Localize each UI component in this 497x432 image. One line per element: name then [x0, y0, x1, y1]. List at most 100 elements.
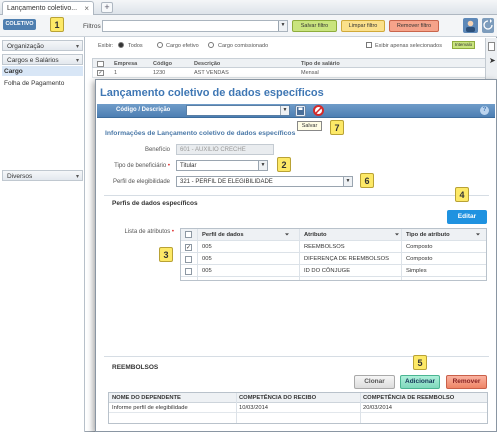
sidebar-item-folha[interactable]: Folha de Pagamento [4, 80, 64, 87]
row-checkbox[interactable]: ✓ [97, 70, 104, 76]
coletivo-button[interactable]: COLETIVO [3, 19, 36, 30]
callout-4: 4 [455, 187, 469, 202]
filter-icon[interactable]: ⏷ [476, 232, 480, 238]
radio-todos[interactable] [118, 42, 124, 48]
reembolsos-title: REEMBOLSOS [112, 364, 159, 371]
codigo-label: Código / Descrição [116, 107, 171, 113]
clear-filter-button[interactable]: Limpar filtro [341, 20, 385, 32]
cell: Mensal [301, 70, 319, 76]
perfil-elegibilidade-select[interactable]: 321 - PERFIL DE ELEGIBILIDADE ▼ [176, 176, 353, 187]
interval-button[interactable]: Intervalo [452, 41, 475, 49]
cell: 005 [202, 268, 212, 274]
row-checkbox[interactable] [185, 256, 192, 263]
sidebar-cargos-header[interactable]: Cargos e Salários ▾ [2, 54, 83, 65]
table-row[interactable]: ✓ 005 REEMBOLSOS Composto [181, 241, 486, 253]
row-checkbox[interactable] [185, 268, 192, 275]
callout-6: 6 [360, 173, 374, 188]
table-row[interactable]: ✓ 1 1230 AST VENDAS Mensal [92, 68, 492, 78]
sidebar-diversos-label: Diversos [7, 173, 33, 180]
codigo-select[interactable]: ▼ [186, 105, 290, 116]
filter-icon[interactable]: ⏷ [395, 232, 399, 238]
user-icon[interactable] [463, 18, 478, 33]
radio-comissionado-label: Cargo comissionado [218, 43, 269, 49]
table-row[interactable]: 005 ID DO CÔNJUGE Simples [181, 265, 486, 277]
filtros-select[interactable]: ▼ [102, 20, 288, 32]
tipo-beneficiario-label: Tipo de beneficiário • [114, 163, 170, 169]
help-icon[interactable]: ? [480, 106, 489, 115]
filter-icon[interactable]: ⏷ [285, 232, 289, 238]
cell: DIFERENÇA DE REEMBOLSOS [304, 256, 390, 262]
column-header: COMPETÊNCIA DE REEMBOLSO [363, 395, 455, 401]
chevron-down-icon: ▼ [343, 177, 352, 186]
radio-efetivo[interactable] [157, 42, 163, 48]
divider [104, 356, 489, 357]
column-header: Tipo de atributo [406, 232, 450, 238]
callout-3: 3 [159, 247, 173, 262]
column-header: Tipo de salário [301, 61, 340, 67]
cancel-icon[interactable] [313, 105, 324, 116]
row-checkbox[interactable]: ✓ [185, 244, 192, 251]
sidebar-org-header[interactable]: Organização ▾ [2, 40, 83, 51]
divider [236, 393, 237, 423]
save-filter-button[interactable]: Salvar filtro [292, 20, 337, 32]
chevron-down-icon: ▾ [75, 174, 79, 180]
tab-lancamento[interactable]: Lançamento coletivo... × [2, 1, 94, 15]
divider [360, 393, 361, 423]
select-all-checkbox[interactable] [97, 61, 104, 67]
table-row[interactable]: Informe perfil de elegibilidade 10/03/20… [109, 403, 487, 413]
tipo-beneficiario-select[interactable]: Titular ▼ [176, 160, 268, 171]
refresh-icon[interactable] [482, 18, 494, 33]
clone-button[interactable]: Clonar [354, 375, 395, 389]
remove-button[interactable]: Remover [446, 375, 487, 389]
cursor-icon[interactable]: ➤ [489, 56, 496, 65]
chevron-down-icon: ▾ [75, 58, 79, 64]
section-info-title: Informações de Lançamento coletivo de da… [105, 130, 296, 137]
chevron-down-icon: ▾ [75, 44, 79, 50]
page-icon[interactable] [488, 42, 495, 51]
column-header: NOME DO DEPENDENTE [112, 395, 181, 401]
callout-5: 5 [413, 355, 427, 370]
table-header-row: NOME DO DEPENDENTE COMPETÊNCIA DO RECIBO… [109, 393, 487, 403]
column-header: Perfil de dados [202, 232, 244, 238]
column-header: Empresa [114, 61, 138, 67]
remove-filter-button[interactable]: Remover filtro [389, 20, 439, 32]
save-tooltip: Salvar [297, 121, 322, 131]
cell: 005 [202, 256, 212, 262]
reembolsos-table: NOME DO DEPENDENTE COMPETÊNCIA DO RECIBO… [108, 392, 488, 424]
add-tab-icon[interactable]: + [101, 2, 113, 13]
cell: 1230 [153, 70, 166, 76]
divider [197, 229, 198, 280]
cell: Informe perfil de elegibilidade [112, 405, 188, 411]
column-header: Descrição [194, 61, 221, 67]
sidebar-diversos-header[interactable]: Diversos ▾ [2, 170, 83, 181]
radio-comissionado[interactable] [208, 42, 214, 48]
somente-checkbox[interactable] [366, 42, 372, 48]
chevron-down-icon: ▼ [278, 21, 287, 31]
cell: REEMBOLSOS [304, 244, 345, 250]
filtros-label: Filtros [83, 23, 101, 30]
tab-label: Lançamento coletivo... [7, 5, 78, 12]
sidebar-item-cargo[interactable]: Cargo [2, 66, 83, 76]
close-icon[interactable]: × [84, 4, 89, 13]
cell: Composto [406, 244, 433, 250]
save-icon[interactable] [295, 105, 306, 117]
divider [299, 229, 300, 280]
cell: ID DO CÔNJUGE [304, 268, 351, 274]
attributes-table: Perfil de dados ⏷ Atributo ⏷ Tipo de atr… [180, 228, 487, 281]
add-button[interactable]: Adicionar [400, 375, 440, 389]
section-perfis-title: Perfis de dados específicos [112, 200, 198, 207]
edit-button[interactable]: Editar [447, 210, 487, 224]
beneficio-field: 601 - AUXILIO CRECHE [176, 144, 274, 155]
select-all-checkbox[interactable] [185, 231, 192, 238]
cell: AST VENDAS [194, 70, 229, 76]
column-header: COMPETÊNCIA DO RECIBO [239, 395, 317, 401]
table-row[interactable]: 005 DIFERENÇA DE REEMBOLSOS Composto [181, 253, 486, 265]
cell: 20/03/2014 [363, 405, 393, 411]
exibir-label: Exibir: [98, 43, 114, 49]
table-header-row: Perfil de dados ⏷ Atributo ⏷ Tipo de atr… [181, 229, 486, 241]
column-header: Atributo [304, 232, 327, 238]
beneficio-label: Benefício [144, 147, 170, 153]
back-grid-header: Empresa Código Descrição Tipo de salário [92, 58, 492, 68]
radio-efetivo-label: Cargo efetivo [166, 43, 199, 49]
radio-todos-label: Todos [128, 43, 143, 49]
